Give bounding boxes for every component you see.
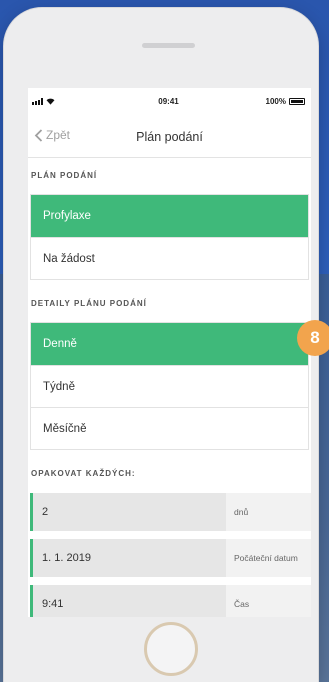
details-option-tydne[interactable]: Týdně: [31, 365, 308, 407]
details-option-label: Měsíčně: [43, 422, 87, 435]
status-right: 100%: [235, 97, 305, 106]
app-screen: 09:41 100% Zpět Plán podání PLÁN PODÁNÍ …: [28, 88, 311, 617]
plan-option-label: Profylaxe: [43, 210, 91, 222]
repeat-interval-field[interactable]: 2 dnů: [30, 493, 311, 531]
battery-percent: 100%: [265, 96, 286, 106]
wifi-icon: [46, 98, 55, 105]
page-title: Plán podání: [136, 129, 203, 144]
chevron-left-icon: [34, 128, 43, 142]
time-field[interactable]: 9:41 Čas: [30, 585, 311, 617]
plan-option-profylaxe[interactable]: Profylaxe: [31, 195, 308, 237]
navigation-bar: Zpět Plán podání: [28, 114, 311, 158]
start-date-label: Počáteční datum: [226, 539, 311, 577]
back-button[interactable]: Zpět: [34, 128, 70, 142]
details-option-label: Týdně: [43, 380, 75, 393]
repeat-interval-unit: dnů: [226, 493, 311, 531]
time-value[interactable]: 9:41: [30, 585, 226, 617]
details-option-denne[interactable]: Denně: [31, 323, 308, 365]
step-badge: 8: [297, 320, 329, 356]
speaker-grille: [142, 43, 195, 48]
repeat-section-header: OPAKOVAT KAŽDÝCH:: [31, 469, 136, 478]
details-section-header: DETAILY PLÁNU PODÁNÍ: [31, 299, 147, 308]
status-time: 09:41: [158, 96, 179, 106]
details-option-mesicne[interactable]: Měsíčně: [31, 407, 308, 449]
details-options-list: Denně Týdně Měsíčně: [30, 322, 309, 450]
plan-option-na-zadost[interactable]: Na žádost: [31, 237, 308, 279]
back-label: Zpět: [46, 128, 71, 142]
details-option-label: Denně: [43, 338, 77, 350]
plan-option-label: Na žádost: [43, 252, 95, 265]
phone-frame: 09:41 100% Zpět Plán podání PLÁN PODÁNÍ …: [4, 8, 318, 682]
status-bar: 09:41 100%: [28, 88, 311, 114]
home-button[interactable]: [144, 622, 198, 676]
status-left: [32, 97, 102, 105]
plan-section-header: PLÁN PODÁNÍ: [31, 171, 98, 180]
time-label: Čas: [226, 585, 311, 617]
battery-icon: [289, 97, 305, 105]
signal-icon: [32, 97, 43, 105]
plan-options-list: Profylaxe Na žádost: [30, 194, 309, 280]
start-date-field[interactable]: 1. 1. 2019 Počáteční datum: [30, 539, 311, 577]
start-date-value[interactable]: 1. 1. 2019: [30, 539, 226, 577]
repeat-interval-value[interactable]: 2: [30, 493, 226, 531]
